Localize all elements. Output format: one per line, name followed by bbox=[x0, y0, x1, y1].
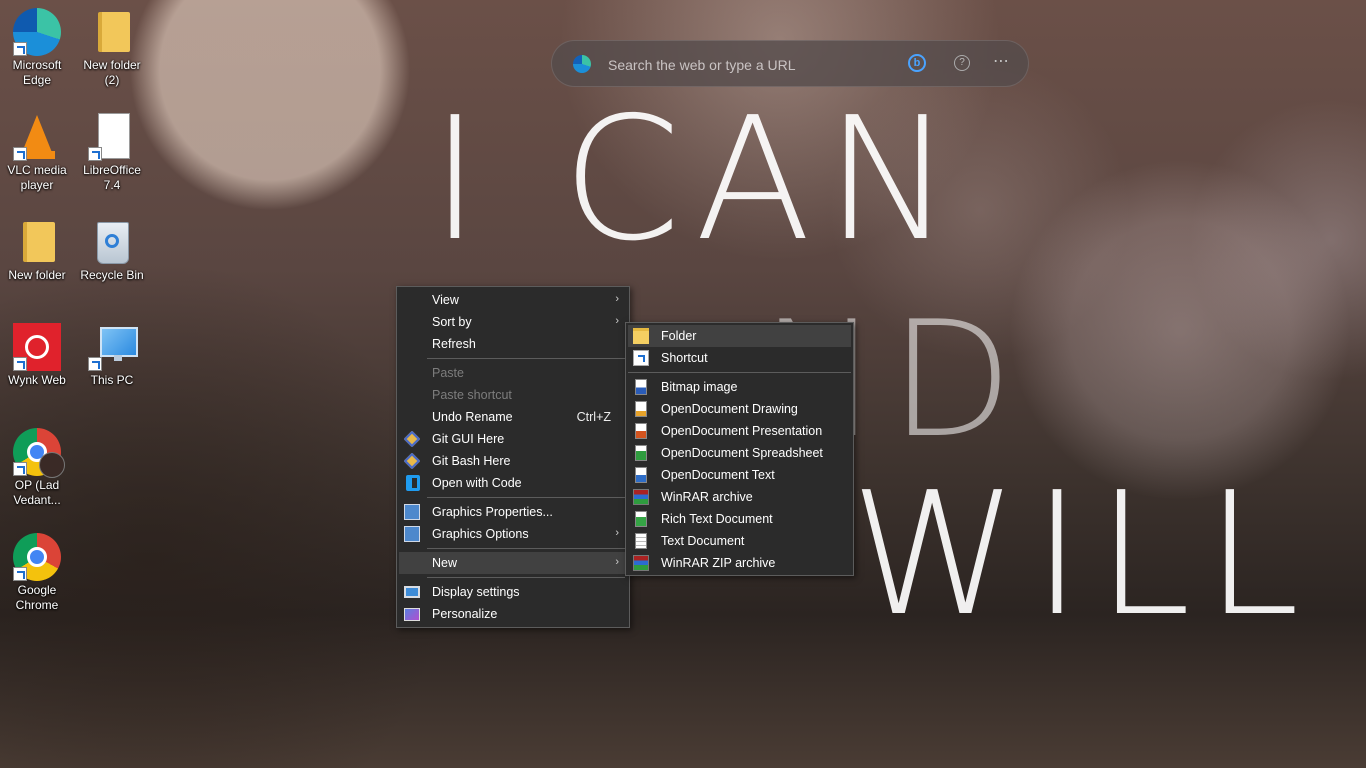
menu-item-sort-by[interactable]: Sort by › bbox=[399, 311, 627, 333]
wallpaper-text-line1: I CAN bbox=[430, 81, 967, 279]
new-item-winrar-zip-archive[interactable]: WinRAR ZIP archive bbox=[628, 552, 851, 574]
desktop-icon-label: Microsoft Edge bbox=[12, 58, 62, 87]
wynk-icon bbox=[13, 323, 61, 371]
graphics-icon bbox=[404, 526, 420, 542]
rich-text-file-icon bbox=[635, 511, 647, 527]
chrome-icon bbox=[13, 533, 61, 581]
text-file-icon bbox=[635, 533, 647, 549]
desktop-icon-label: Recycle Bin bbox=[80, 268, 144, 282]
bing-icon[interactable]: b bbox=[908, 54, 926, 72]
menu-item-open-with-code[interactable]: Open with Code bbox=[399, 472, 627, 494]
menu-item-new[interactable]: New › bbox=[399, 552, 627, 574]
desktop-icon-wynk-web[interactable]: Wynk Web bbox=[0, 323, 74, 388]
new-item-text-document[interactable]: Text Document bbox=[628, 530, 851, 552]
menu-item-undo-rename[interactable]: Undo Rename Ctrl+Z bbox=[399, 406, 627, 428]
personalize-icon bbox=[404, 608, 420, 621]
chrome-profile-icon bbox=[13, 428, 65, 478]
desktop-icon-label: Google Chrome bbox=[15, 583, 59, 612]
computer-icon bbox=[88, 323, 138, 371]
chevron-right-icon: › bbox=[615, 315, 619, 327]
desktop-icon-label: New folder bbox=[8, 268, 66, 282]
winrar-zip-icon bbox=[633, 555, 649, 571]
edge-icon bbox=[573, 55, 591, 73]
menu-separator bbox=[427, 358, 625, 359]
new-submenu: Folder Shortcut Bitmap image OpenDocumen… bbox=[625, 322, 854, 576]
vlc-icon bbox=[13, 113, 61, 161]
new-item-folder[interactable]: Folder bbox=[628, 325, 851, 347]
help-icon[interactable]: ? bbox=[954, 55, 970, 71]
display-icon bbox=[404, 586, 420, 598]
git-icon bbox=[403, 452, 421, 470]
desktop-icon-label: OP (Lad Vedant... bbox=[13, 478, 61, 507]
desktop-context-menu: View › Sort by › Refresh Paste Paste sho… bbox=[396, 286, 630, 628]
desktop-icon-libreoffice[interactable]: LibreOffice 7.4 bbox=[75, 113, 149, 193]
winrar-icon bbox=[633, 489, 649, 505]
new-item-opendocument-drawing[interactable]: OpenDocument Drawing bbox=[628, 398, 851, 420]
folder-icon bbox=[13, 218, 61, 266]
new-item-winrar-archive[interactable]: WinRAR archive bbox=[628, 486, 851, 508]
text-document-file-icon bbox=[635, 467, 647, 483]
menu-item-git-gui[interactable]: Git GUI Here bbox=[399, 428, 627, 450]
desktop-icon-label: VLC media player bbox=[7, 163, 67, 192]
search-input[interactable] bbox=[606, 54, 890, 76]
new-item-bitmap-image[interactable]: Bitmap image bbox=[628, 376, 851, 398]
desktop-icon-new-folder-2[interactable]: New folder (2) bbox=[75, 8, 149, 88]
edge-icon bbox=[13, 8, 61, 56]
libreoffice-icon bbox=[88, 113, 136, 161]
bitmap-file-icon bbox=[635, 379, 647, 395]
folder-icon bbox=[88, 8, 136, 56]
presentation-file-icon bbox=[635, 423, 647, 439]
shortcut-icon bbox=[633, 350, 649, 366]
chevron-right-icon: › bbox=[615, 556, 619, 568]
menu-item-git-bash[interactable]: Git Bash Here bbox=[399, 450, 627, 472]
menu-separator bbox=[628, 372, 851, 373]
menu-item-paste[interactable]: Paste bbox=[399, 362, 627, 384]
new-item-opendocument-text[interactable]: OpenDocument Text bbox=[628, 464, 851, 486]
vscode-icon bbox=[406, 475, 420, 491]
desktop-icon-new-folder[interactable]: New folder bbox=[0, 218, 74, 283]
desktop-icon-vlc[interactable]: VLC media player bbox=[0, 113, 74, 193]
chevron-right-icon: › bbox=[615, 293, 619, 305]
recycle-bin-icon bbox=[88, 218, 136, 266]
menu-item-paste-shortcut[interactable]: Paste shortcut bbox=[399, 384, 627, 406]
desktop-icon-label: New folder (2) bbox=[83, 58, 141, 87]
desktop-icon-op-lad-vedant[interactable]: OP (Lad Vedant... bbox=[0, 428, 74, 508]
shortcut-key: Ctrl+Z bbox=[576, 410, 611, 424]
web-search-widget: b ? ⋯ bbox=[551, 40, 1029, 87]
menu-item-display-settings[interactable]: Display settings bbox=[399, 581, 627, 603]
desktop-icon-label: Wynk Web bbox=[8, 373, 66, 387]
graphics-icon bbox=[404, 504, 420, 520]
desktop-icon-label: LibreOffice 7.4 bbox=[83, 163, 141, 192]
more-options-icon[interactable]: ⋯ bbox=[993, 51, 1010, 71]
spreadsheet-file-icon bbox=[635, 445, 647, 461]
menu-item-graphics-properties[interactable]: Graphics Properties... bbox=[399, 501, 627, 523]
menu-item-refresh[interactable]: Refresh bbox=[399, 333, 627, 355]
new-item-shortcut[interactable]: Shortcut bbox=[628, 347, 851, 369]
menu-separator bbox=[427, 548, 625, 549]
desktop-icon-microsoft-edge[interactable]: Microsoft Edge bbox=[0, 8, 74, 88]
menu-separator bbox=[427, 577, 625, 578]
folder-icon bbox=[633, 328, 649, 344]
menu-item-graphics-options[interactable]: Graphics Options › bbox=[399, 523, 627, 545]
menu-item-view[interactable]: View › bbox=[399, 289, 627, 311]
new-item-rich-text-document[interactable]: Rich Text Document bbox=[628, 508, 851, 530]
menu-item-personalize[interactable]: Personalize bbox=[399, 603, 627, 625]
git-icon bbox=[403, 430, 421, 448]
new-item-opendocument-spreadsheet[interactable]: OpenDocument Spreadsheet bbox=[628, 442, 851, 464]
desktop-icon-recycle-bin[interactable]: Recycle Bin bbox=[75, 218, 149, 283]
drawing-file-icon bbox=[635, 401, 647, 417]
new-item-opendocument-presentation[interactable]: OpenDocument Presentation bbox=[628, 420, 851, 442]
chevron-right-icon: › bbox=[615, 527, 619, 539]
desktop-icon-label: This PC bbox=[90, 373, 134, 387]
menu-separator bbox=[427, 497, 625, 498]
desktop-icon-this-pc[interactable]: This PC bbox=[75, 323, 149, 388]
wallpaper-text-line3: WILL bbox=[850, 456, 1314, 654]
desktop-icon-google-chrome[interactable]: Google Chrome bbox=[0, 533, 74, 613]
